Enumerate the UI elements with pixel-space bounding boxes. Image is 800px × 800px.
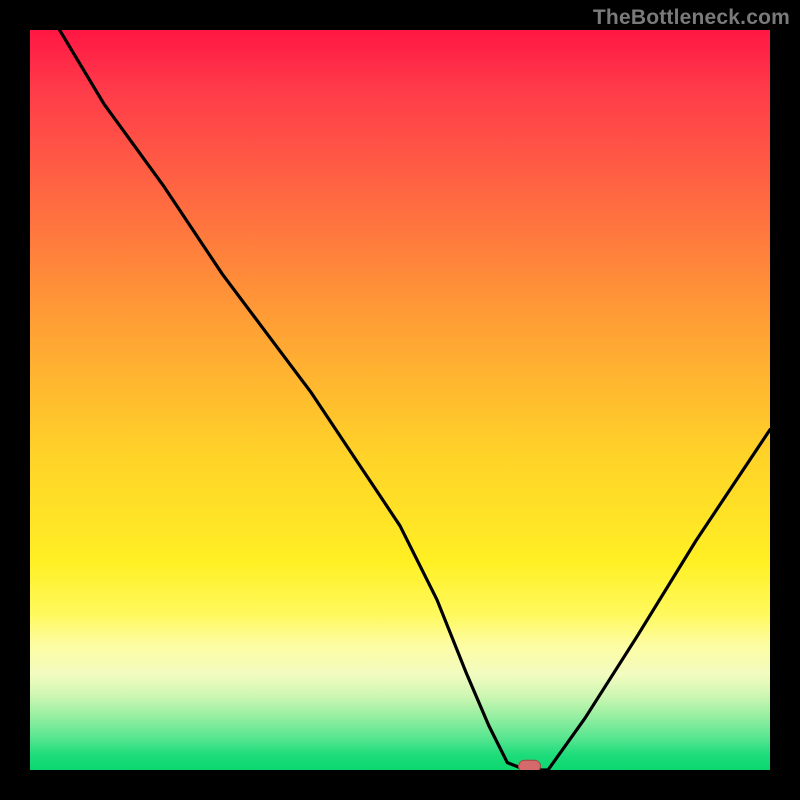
plot-area	[30, 30, 770, 770]
chart-frame: TheBottleneck.com	[0, 0, 800, 800]
bottleneck-curve-path	[60, 30, 770, 770]
bottleneck-curve-svg	[30, 30, 770, 770]
minimum-marker	[519, 760, 541, 770]
watermark-text: TheBottleneck.com	[593, 6, 790, 30]
